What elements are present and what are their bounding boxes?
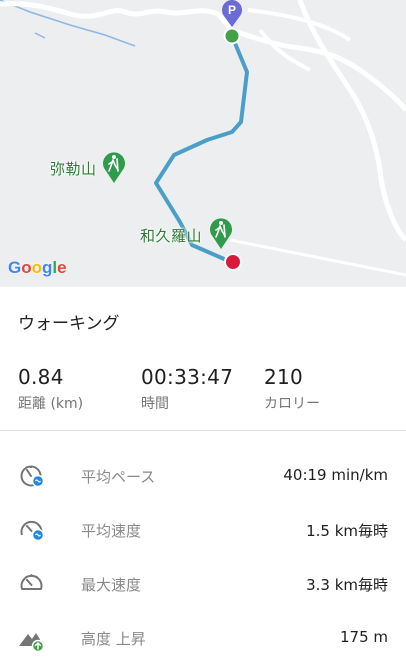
stat-value: 210 (264, 365, 304, 389)
metric-name: 最大速度 (81, 576, 142, 594)
metric-name: 平均速度 (81, 522, 142, 540)
metric-row-avg-pace: 平均ペース 40:19 min/km (0, 456, 406, 496)
metric-row-elevation-gain: 高度 上昇 175 m (0, 618, 406, 658)
route-end-marker (224, 253, 242, 271)
peak-label-miroku: 弥勒山 (50, 160, 97, 178)
hiker-icon[interactable] (101, 150, 127, 184)
peak-label-wakura: 和久羅山 (140, 227, 203, 245)
elevation-gain-icon (19, 633, 45, 652)
google-logo: Google (8, 258, 67, 277)
metric-value: 175 m (339, 628, 388, 646)
metric-value: 40:19 min/km (283, 466, 388, 484)
metric-row-avg-speed: 平均速度 1.5 km毎時 (0, 510, 406, 550)
map-canvas (0, 0, 406, 277)
stat-distance: 0.84 距離 (km) (18, 365, 83, 413)
stat-value: 0.84 (18, 365, 64, 389)
stat-value: 00:33:47 (141, 365, 234, 389)
hiker-icon[interactable] (208, 216, 234, 250)
metric-value: 3.3 km毎時 (306, 576, 388, 594)
route-start-marker (223, 27, 241, 45)
stat-label: 時間 (141, 396, 169, 412)
metric-value: 1.5 km毎時 (306, 522, 388, 540)
speedometer-icon (20, 574, 43, 590)
metric-name: 平均ペース (81, 468, 156, 486)
divider (0, 430, 406, 431)
metric-row-max-speed: 最大速度 3.3 km毎時 (0, 564, 406, 604)
metric-name: 高度 上昇 (81, 630, 146, 648)
stat-label: カロリー (264, 396, 320, 412)
stat-label: 距離 (km) (18, 396, 84, 412)
stat-duration: 00:33:47 時間 (141, 365, 233, 413)
stat-calories: 210 カロリー (264, 365, 320, 413)
speedometer-icon (20, 520, 45, 542)
pace-icon (20, 465, 45, 488)
svg-text:P: P (228, 3, 236, 17)
parking-marker-icon[interactable]: P (219, 0, 245, 28)
route-map[interactable]: P 弥勒山 和久羅山 Google (0, 0, 406, 287)
activity-type: ウォーキング (18, 314, 120, 334)
